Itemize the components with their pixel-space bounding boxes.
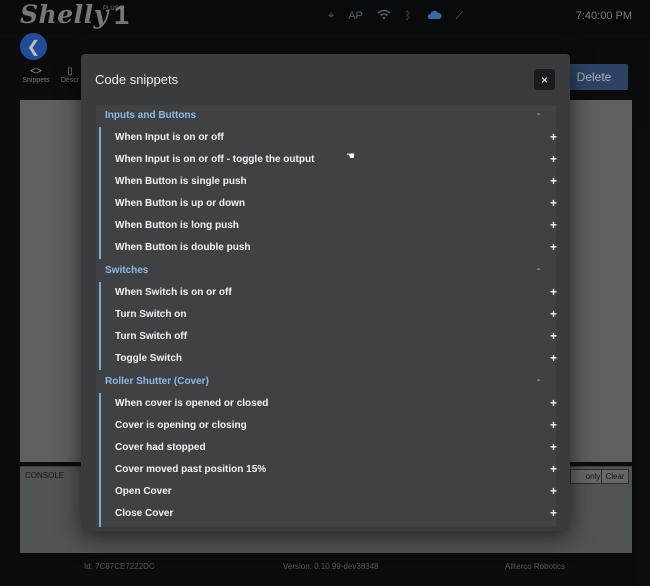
snippet-item[interactable]: Cover had stopped + [112,437,557,459]
snippet-label: Cover had stopped [115,442,206,453]
snippet-item[interactable]: Cover moved past position 15% + [112,459,557,481]
snippet-label: Open Cover [115,486,172,497]
snippet-item[interactable]: Turn Switch off + [112,326,557,348]
group-label: Inputs and Buttons [105,110,197,121]
snippet-label: When Button is double push [115,242,251,253]
snippet-item[interactable]: Close Cover + [112,503,557,525]
snippet-label: When Input is on or off - toggle the out… [115,154,315,165]
snippet-label: When Button is single push [115,176,247,187]
modal-title: Code snippets [95,72,179,87]
snippet-item[interactable]: Toggle Switch + [112,348,557,370]
snippet-item[interactable]: When Input is on or off - toggle the out… [112,149,557,171]
snippet-label: When Button is up or down [115,198,245,209]
expand-toggle[interactable]: + [550,351,557,365]
expand-toggle[interactable]: + [550,196,557,210]
snippet-item[interactable]: Turn Switch on + [112,304,557,326]
snippet-item[interactable]: Open Cover + [112,481,557,503]
snippet-item[interactable]: When Button is single push + [112,171,557,193]
expand-toggle[interactable]: + [550,218,557,232]
snippet-label: When Button is long push [115,220,239,231]
expand-toggle[interactable]: + [550,240,557,254]
snippet-label: Turn Switch off [115,331,188,342]
expand-toggle[interactable]: + [550,396,557,410]
snippet-item[interactable]: When Button is double push + [112,237,557,259]
collapse-toggle[interactable]: - [537,375,540,386]
snippet-item[interactable]: When Button is long push + [112,215,557,237]
expand-toggle[interactable]: + [550,174,557,188]
snippet-label: When Switch is on or off [115,287,232,298]
expand-toggle[interactable]: + [550,307,557,321]
expand-toggle[interactable]: + [550,440,557,454]
snippet-item[interactable]: When cover is opened or closed + [112,393,557,415]
expand-toggle[interactable]: + [550,285,557,299]
group-bar [99,393,101,527]
snippet-list: Inputs and Buttons - When Input is on or… [96,105,557,527]
group-bar [99,282,101,370]
snippet-label: Cover is opening or closing [115,420,247,431]
expand-toggle[interactable]: + [550,329,557,343]
collapse-toggle[interactable]: - [537,109,540,120]
mouse-cursor-icon: ☚ [346,151,355,162]
collapse-toggle[interactable]: - [537,264,540,275]
snippet-label: Cover moved past position 15% [115,464,267,475]
snippet-label: When cover is opened or closed [115,398,269,409]
snippet-item[interactable]: When Input is on or off + [112,127,557,149]
expand-toggle[interactable]: + [550,418,557,432]
close-icon: × [540,72,548,87]
expand-toggle[interactable]: + [550,484,557,498]
modal-close-button[interactable]: × [534,69,555,90]
group-inputs-and-buttons[interactable]: Inputs and Buttons - [96,105,556,127]
expand-toggle[interactable]: + [550,152,557,166]
expand-toggle[interactable]: + [550,462,557,476]
snippet-label: Close Cover [115,508,174,519]
expand-toggle[interactable]: + [550,130,557,144]
group-switches[interactable]: Switches - [96,260,556,282]
snippet-item[interactable]: Cover is opening or closing + [112,415,557,437]
snippet-label: Toggle Switch [115,353,183,364]
group-bar [99,127,101,259]
expand-toggle[interactable]: + [550,506,557,520]
code-snippets-modal: Code snippets × Inputs and Buttons - Whe… [81,54,570,531]
snippet-label: When Input is on or off [115,132,224,143]
snippet-item[interactable]: When Button is up or down + [112,193,557,215]
snippet-label: Turn Switch on [115,309,187,320]
group-label: Roller Shutter (Cover) [105,376,209,387]
group-label: Switches [105,265,149,276]
group-roller-shutter-cover[interactable]: Roller Shutter (Cover) - [96,371,556,393]
snippet-item[interactable]: When Switch is on or off + [112,282,557,304]
